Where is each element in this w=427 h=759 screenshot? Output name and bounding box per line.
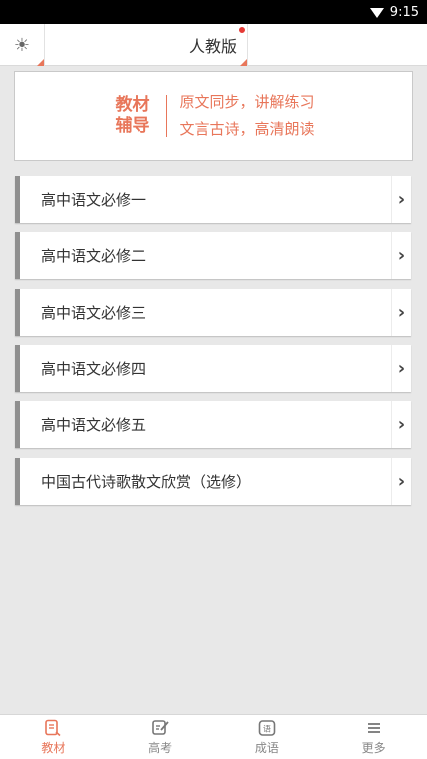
list-item-elective[interactable]: 中国古代诗歌散文欣赏（选修） › bbox=[15, 458, 411, 505]
menu-icon bbox=[366, 718, 382, 738]
tab-label: 成语 bbox=[254, 741, 279, 755]
tab-gaokao[interactable]: 高考 bbox=[107, 715, 214, 759]
book-icon bbox=[44, 718, 62, 738]
tab-more[interactable]: 更多 bbox=[320, 715, 427, 759]
wifi-icon bbox=[369, 8, 384, 18]
chevron-right-icon: › bbox=[391, 401, 411, 448]
banner-separator bbox=[166, 95, 168, 137]
status-time: 9:15 bbox=[389, 4, 419, 20]
list-item-book5[interactable]: 高中语文必修五 › bbox=[15, 401, 411, 448]
tab-label: 教材 bbox=[41, 741, 66, 755]
tab-textbook[interactable]: 教材 bbox=[0, 715, 107, 759]
chevron-right-icon: › bbox=[391, 458, 411, 505]
list-item-label: 中国古代诗歌散文欣赏（选修） bbox=[41, 473, 252, 491]
banner-title: 教材 辅导 bbox=[112, 95, 152, 137]
chevron-right-icon: › bbox=[391, 289, 411, 336]
list-item-label: 高中语文必修一 bbox=[41, 191, 147, 209]
tab-idioms[interactable]: 语 成语 bbox=[214, 715, 321, 759]
corner-indicator-icon bbox=[37, 59, 44, 66]
top-bar: ☀ 人教版 bbox=[0, 24, 427, 66]
brightness-button[interactable]: ☀ bbox=[0, 24, 44, 66]
exam-icon bbox=[151, 718, 169, 738]
bottom-nav: 教材 高考 语 成语 更多 bbox=[0, 714, 427, 759]
list-item-label: 高中语文必修三 bbox=[41, 304, 147, 322]
banner-description: 原文同步，讲解练习 文言古诗，高清朗读 bbox=[179, 89, 314, 143]
corner-indicator-icon bbox=[240, 59, 247, 66]
idiom-icon: 语 bbox=[258, 718, 276, 738]
chevron-right-icon: › bbox=[391, 176, 411, 223]
banner-title-line1: 教材 bbox=[115, 95, 150, 115]
list-item-book4[interactable]: 高中语文必修四 › bbox=[15, 345, 411, 392]
brightness-icon: ☀ bbox=[13, 34, 31, 56]
tab-label: 更多 bbox=[361, 741, 386, 755]
textbook-banner[interactable]: 教材 辅导 原文同步，讲解练习 文言古诗，高清朗读 bbox=[14, 71, 413, 161]
list-item-book2[interactable]: 高中语文必修二 › bbox=[15, 232, 411, 279]
list-item-book3[interactable]: 高中语文必修三 › bbox=[15, 289, 411, 336]
banner-line2: 文言古诗，高清朗读 bbox=[179, 120, 315, 138]
list-item-book1[interactable]: 高中语文必修一 › bbox=[15, 176, 411, 223]
edition-label: 人教版 bbox=[188, 37, 237, 56]
list-item-label: 高中语文必修四 bbox=[41, 360, 147, 378]
list-item-label: 高中语文必修五 bbox=[41, 416, 147, 434]
banner-line1: 原文同步，讲解练习 bbox=[179, 93, 315, 111]
banner-title-line2: 辅导 bbox=[115, 116, 150, 136]
edition-selector[interactable]: 人教版 bbox=[45, 24, 247, 66]
tab-label: 高考 bbox=[148, 741, 173, 755]
notification-dot bbox=[238, 26, 246, 34]
divider bbox=[247, 24, 248, 66]
chevron-right-icon: › bbox=[391, 232, 411, 279]
list-item-label: 高中语文必修二 bbox=[41, 247, 147, 265]
status-bar: 9:15 bbox=[0, 0, 427, 24]
svg-text:语: 语 bbox=[263, 724, 271, 734]
chevron-right-icon: › bbox=[391, 345, 411, 392]
